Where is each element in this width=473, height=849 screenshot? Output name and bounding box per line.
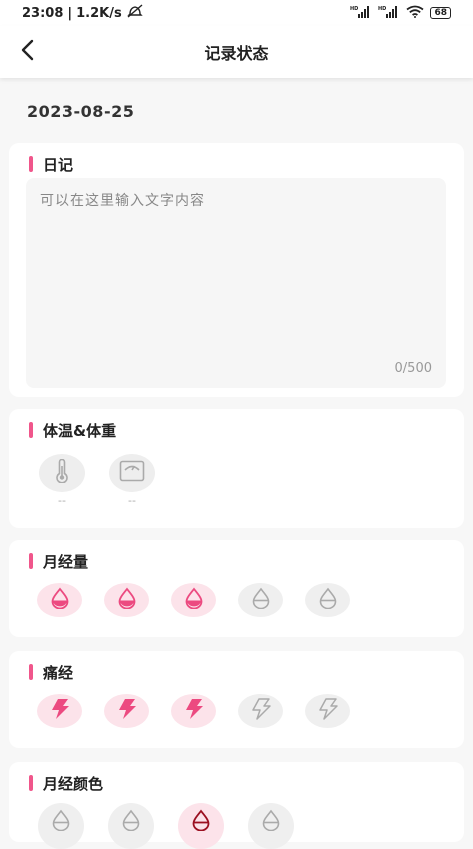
section-accent-bar xyxy=(29,775,33,791)
page-title: 记录状态 xyxy=(204,44,269,63)
cramps-card: 痛经 xyxy=(9,651,464,748)
menstrual-flow-title: 月经量 xyxy=(29,552,89,571)
blood-drop-icon xyxy=(191,809,211,835)
flow-level-2[interactable] xyxy=(104,583,149,617)
blood-drop-outline-icon xyxy=(251,587,271,613)
temperature-weight-card: 体温&体重 -- -- xyxy=(9,409,464,528)
cramps-level-5[interactable] xyxy=(305,694,350,728)
thermometer-icon xyxy=(54,458,70,487)
diary-title-label: 日记 xyxy=(43,155,74,174)
lightning-outline-icon xyxy=(317,698,339,724)
cramps-title-label: 痛经 xyxy=(43,663,74,682)
flow-level-1[interactable] xyxy=(37,583,82,617)
period-color-title-label: 月经颜色 xyxy=(43,774,104,793)
diary-char-count: 0/500 xyxy=(394,361,432,376)
lightning-icon xyxy=(49,698,71,724)
header: 记录状态 xyxy=(0,26,473,78)
period-color-option-4[interactable] xyxy=(248,803,294,849)
status-separator: | xyxy=(67,5,73,21)
diary-input[interactable]: 可以在这里输入文字内容 0/500 xyxy=(26,178,446,388)
temperature-button[interactable] xyxy=(39,454,85,492)
status-right: HD HD 68 xyxy=(350,5,451,22)
lightning-icon xyxy=(116,698,138,724)
temperature-value: -- xyxy=(58,494,66,507)
temperature-weight-title-label: 体温&体重 xyxy=(43,421,117,440)
cramps-level-2[interactable] xyxy=(104,694,149,728)
section-accent-bar xyxy=(29,156,33,172)
section-accent-bar xyxy=(29,664,33,680)
flow-level-3[interactable] xyxy=(171,583,216,617)
blood-drop-outline-icon xyxy=(51,809,71,835)
diary-placeholder: 可以在这里输入文字内容 xyxy=(40,193,205,209)
blood-drop-outline-icon xyxy=(121,809,141,835)
period-color-title: 月经颜色 xyxy=(29,774,104,793)
scale-icon xyxy=(119,460,145,486)
network-speed: 1.2K/s xyxy=(76,5,122,21)
cramps-level-3[interactable] xyxy=(171,694,216,728)
cramps-title: 痛经 xyxy=(29,663,74,682)
back-button[interactable] xyxy=(12,36,44,68)
cramps-level-row xyxy=(37,694,350,728)
period-color-row xyxy=(38,803,294,849)
lightning-outline-icon xyxy=(250,698,272,724)
blood-drop-icon xyxy=(184,587,204,613)
cramps-level-1[interactable] xyxy=(37,694,82,728)
lightning-icon xyxy=(183,698,205,724)
temperature-weight-title: 体温&体重 xyxy=(29,421,117,440)
status-time: 23:08 xyxy=(22,5,64,21)
svg-text:HD: HD xyxy=(350,6,358,12)
battery-icon: 68 xyxy=(430,7,451,19)
period-color-option-1[interactable] xyxy=(38,803,84,849)
menstrual-flow-card: 月经量 xyxy=(9,540,464,637)
signal-icon: HD xyxy=(350,5,372,22)
svg-text:HD: HD xyxy=(378,6,386,12)
blood-drop-outline-icon xyxy=(318,587,338,613)
mute-icon xyxy=(126,4,144,22)
record-date: 2023-08-25 xyxy=(27,102,135,121)
blood-drop-outline-icon xyxy=(261,809,281,835)
status-bar: 23:08 | 1.2K/s HD HD 68 xyxy=(0,0,473,26)
status-left: 23:08 | 1.2K/s xyxy=(22,4,144,22)
section-accent-bar xyxy=(29,422,33,438)
diary-card: 日记 可以在这里输入文字内容 0/500 xyxy=(9,143,464,397)
diary-title: 日记 xyxy=(29,155,74,174)
signal-icon-2: HD xyxy=(378,5,400,22)
menstrual-flow-title-label: 月经量 xyxy=(43,552,89,571)
period-color-option-2[interactable] xyxy=(108,803,154,849)
wifi-icon xyxy=(406,5,425,22)
blood-drop-icon xyxy=(117,587,137,613)
blood-drop-icon xyxy=(50,587,70,613)
weight-button[interactable] xyxy=(109,454,155,492)
flow-level-row xyxy=(37,583,350,617)
cramps-level-4[interactable] xyxy=(238,694,283,728)
weight-metric[interactable]: -- xyxy=(109,454,155,507)
chevron-left-icon xyxy=(20,39,36,65)
flow-level-4[interactable] xyxy=(238,583,283,617)
temperature-metric[interactable]: -- xyxy=(39,454,85,507)
period-color-card: 月经颜色 xyxy=(9,762,464,849)
period-color-option-3[interactable] xyxy=(178,803,224,849)
weight-value: -- xyxy=(128,494,136,507)
flow-level-5[interactable] xyxy=(305,583,350,617)
section-accent-bar xyxy=(29,553,33,569)
